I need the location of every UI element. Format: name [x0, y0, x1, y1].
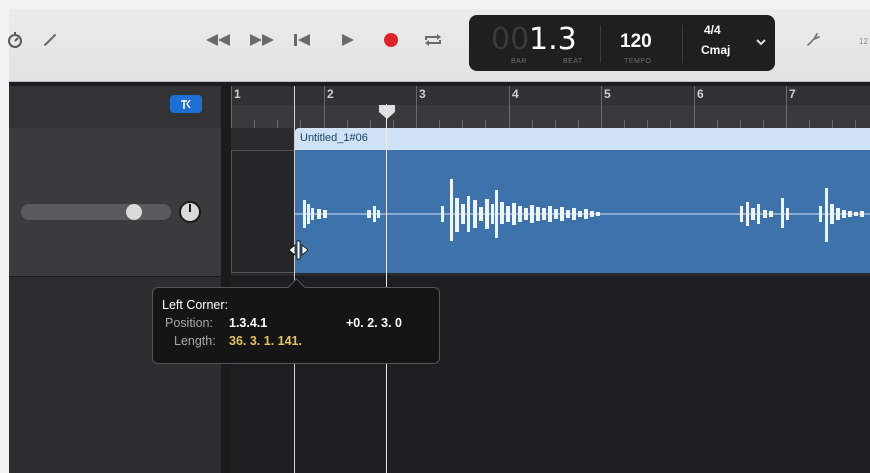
rewind-button[interactable] [203, 29, 233, 51]
ruler-bar-line [694, 86, 695, 128]
column-divider [221, 86, 231, 473]
control-bar: 00 1.3 BAR BEAT 120 TEMPO 4/4 Cmaj 12 [8, 9, 870, 82]
ruler-beat-tick [393, 120, 394, 128]
pencil-icon[interactable] [40, 29, 60, 51]
lcd-display[interactable]: 00 1.3 BAR BEAT 120 TEMPO 4/4 Cmaj [469, 15, 775, 71]
window-top-edge [0, 0, 870, 9]
ruler-beat-tick [740, 120, 741, 128]
tuner-icon[interactable] [3, 27, 27, 53]
ruler-beat-tick [439, 120, 440, 128]
count-in-icon-text[interactable]: 12 [859, 37, 868, 46]
play-button[interactable] [336, 29, 360, 51]
ruler-beat-tick [277, 120, 278, 128]
ruler-beat-tick [670, 120, 671, 128]
ruler-bar-number: 4 [512, 87, 519, 101]
volume-slider[interactable] [21, 204, 171, 220]
ruler-beat-tick [254, 120, 255, 128]
ruler-bar-line [324, 86, 325, 128]
ruler-beat-tick [462, 120, 463, 128]
ruler-bar-line [509, 86, 510, 128]
region-header[interactable]: Untitled_1#06 [295, 128, 870, 150]
ruler-beat-tick [300, 120, 301, 128]
record-button[interactable] [379, 29, 403, 51]
ruler-beat-tick [578, 120, 579, 128]
ruler-bar-number: 1 [234, 87, 241, 101]
ruler-beat-tick [717, 120, 718, 128]
fast-forward-button[interactable] [247, 29, 277, 51]
tuning-fork-icon[interactable] [801, 29, 825, 51]
ruler-beat-tick [832, 120, 833, 128]
ruler-beat-tick [624, 120, 625, 128]
lcd-separator [682, 25, 683, 63]
lcd-position: 1.3 [529, 22, 577, 57]
ruler-beat-tick [485, 120, 486, 128]
lcd-bar-label: BAR [511, 58, 527, 65]
ruler-beat-tick [555, 120, 556, 128]
ruler-beat-tick [370, 120, 371, 128]
resize-cursor-icon [286, 239, 312, 261]
region-name: Untitled_1#06 [300, 132, 368, 144]
ruler-bar-number: 7 [789, 87, 796, 101]
tooltip-title: Left Corner: [162, 298, 229, 312]
waveform [295, 179, 870, 242]
ruler-bar-line [786, 86, 787, 128]
ruler-bar-number: 2 [327, 87, 334, 101]
playhead-handle[interactable] [378, 104, 396, 120]
tooltip-length-value: 36. 3. 1. 141. [229, 334, 302, 348]
ruler-bar-line [416, 86, 417, 128]
tooltip-length-label: Length: [174, 334, 216, 348]
tooltip-delta: +0. 2. 3. 0 [346, 316, 402, 330]
lcd-separator [600, 25, 601, 63]
lcd-time-signature[interactable]: 4/4 [704, 23, 721, 37]
lcd-menu-chevron-icon[interactable] [754, 35, 770, 51]
volume-slider-knob[interactable] [126, 204, 142, 220]
ruler-beat-tick [347, 120, 348, 128]
pan-knob[interactable] [179, 201, 201, 223]
lcd-tempo-label: TEMPO [624, 58, 652, 65]
ruler-beat-tick [647, 120, 648, 128]
lcd-tempo[interactable]: 120 [620, 31, 652, 53]
lcd-bar-dim: 00 [491, 22, 530, 57]
track-header-toolbar [9, 86, 222, 129]
lcd-beat-label: BEAT [563, 58, 583, 65]
lcd-key[interactable]: Cmaj [701, 43, 730, 57]
go-to-beginning-button[interactable] [290, 29, 314, 51]
ruler-bar-number: 3 [419, 87, 426, 101]
tooltip-position-value: 1.3.4.1 [229, 316, 268, 330]
cycle-icon[interactable] [420, 29, 446, 51]
ruler-beat-tick [532, 120, 533, 128]
pan-knob-indicator [189, 204, 191, 212]
smart-controls-icon[interactable] [170, 95, 202, 113]
ruler-bar-number: 6 [697, 87, 704, 101]
tooltip-position-label: Position: [165, 316, 213, 330]
track-header[interactable] [9, 128, 222, 276]
window-left-edge [0, 0, 9, 473]
audio-region[interactable] [295, 150, 870, 273]
ruler-bar-line [601, 86, 602, 128]
tooltip: Left Corner: Position: 1.3.4.1 +0. 2. 3.… [152, 278, 440, 364]
ruler-beat-tick [855, 120, 856, 128]
ruler-bar-number: 5 [604, 87, 611, 101]
ruler-beat-tick [763, 120, 764, 128]
ruler-beat-tick [809, 120, 810, 128]
ruler-bar-line [231, 86, 232, 128]
